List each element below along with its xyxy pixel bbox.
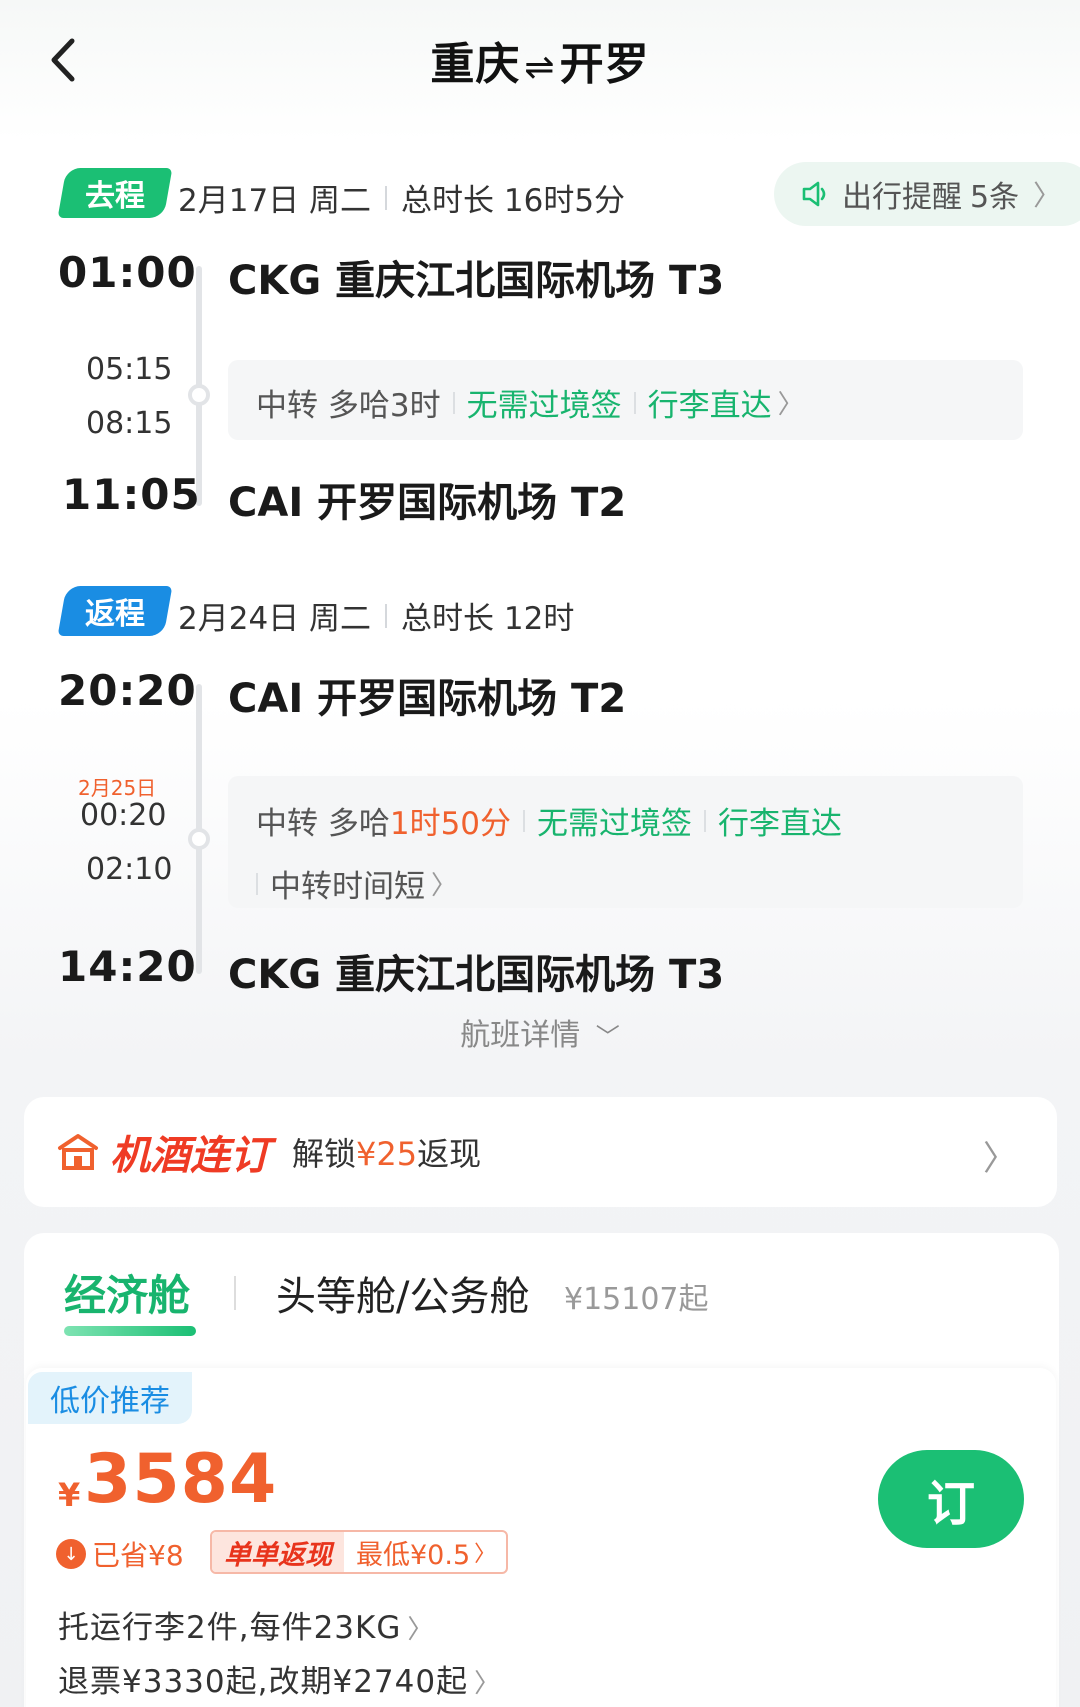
divider: [256, 872, 258, 895]
tab-business[interactable]: 头等舱/公务舱: [276, 1264, 529, 1322]
down-arrow-icon: ↓: [56, 1539, 86, 1569]
travel-reminder-button[interactable]: 出行提醒 5条 〉: [774, 162, 1080, 226]
flight-details-toggle[interactable]: 航班详情 ﹀: [0, 1010, 1080, 1054]
currency-symbol: ¥: [58, 1476, 81, 1514]
transfer-prefix: 中转 多哈: [256, 806, 390, 842]
return-transfer-arrive: 00:20: [80, 798, 167, 833]
baggage-through-label: 行李直达: [647, 388, 772, 424]
divider: [385, 185, 388, 210]
outbound-transfer-depart: 08:15: [86, 406, 173, 441]
cashback-badge[interactable]: 单单返现 最低¥0.5 〉: [210, 1530, 509, 1574]
outbound-date: 2月17日 周二: [178, 183, 372, 219]
origin-city: 重庆: [430, 39, 521, 90]
refund-rule[interactable]: 退票¥3330起,改期¥2740起〉: [58, 1656, 501, 1701]
visa-free-label: 无需过境签: [466, 388, 622, 424]
divider: [234, 1276, 236, 1310]
baggage-rule[interactable]: 托运行李2件,每件23KG 〉: [58, 1602, 434, 1647]
short-transfer-label: 中转时间短: [270, 869, 425, 905]
return-arrive-time: 14:20: [58, 942, 197, 991]
flight-details-label: 航班详情: [460, 1018, 581, 1053]
fare-price: 3584: [84, 1440, 278, 1519]
book-button[interactable]: 订: [878, 1450, 1024, 1548]
return-depart-airport: CAI 开罗国际机场 T2: [228, 676, 627, 722]
outbound-depart-time: 01:00: [58, 248, 197, 297]
outbound-badge: 去程: [57, 168, 173, 218]
return-meta: 2月24日 周二 总时长 12时: [178, 593, 574, 638]
chevron-down-icon: ﹀: [595, 1023, 620, 1051]
outbound-arrive-airport: CAI 开罗国际机场 T2: [228, 480, 627, 526]
return-transfer-info[interactable]: 中转 多哈 1时50分 无需过境签 行李直达 中转时间短 〉: [228, 776, 1023, 908]
outbound-duration: 总时长 16时5分: [401, 183, 626, 219]
chevron-right-icon: 〉: [1033, 179, 1062, 212]
transfer-prefix: 中转 多哈: [256, 388, 390, 424]
page-title: 重庆 ⇌开罗: [0, 28, 1080, 92]
chevron-right-icon: 〉: [777, 390, 804, 420]
outbound-arrive-time: 11:05: [62, 470, 201, 519]
transfer-duration: 3时: [389, 388, 441, 424]
return-transfer-depart: 02:10: [86, 852, 173, 887]
divider: [633, 391, 636, 414]
chevron-right-icon: 〉: [431, 871, 458, 901]
business-price: ¥15107起: [564, 1282, 709, 1317]
destination-city: 开罗: [559, 39, 650, 90]
chevron-right-icon: 〉: [474, 1542, 497, 1567]
return-duration: 总时长 12时: [401, 601, 575, 637]
chevron-right-icon: 〉: [407, 1615, 435, 1645]
outbound-meta: 2月17日 周二 总时长 16时5分: [178, 175, 625, 220]
tab-active-indicator: [64, 1326, 196, 1336]
low-price-tag: 低价推荐: [28, 1372, 192, 1424]
return-badge: 返程: [57, 586, 173, 636]
chevron-right-icon: 〉: [474, 1669, 502, 1699]
baggage-through-label: 行李直达: [718, 806, 843, 842]
transfer-duration: 1时50分: [389, 806, 512, 842]
visa-free-label: 无需过境签: [537, 806, 693, 842]
cashback-value: 最低¥0.5 〉: [344, 1533, 506, 1572]
outbound-transfer-arrive: 05:15: [86, 352, 173, 387]
divider: [385, 603, 388, 628]
tab-economy[interactable]: 经济舱: [64, 1262, 190, 1323]
hotel-bundle-title: 机酒连订: [110, 1133, 270, 1179]
transfer-node: [188, 384, 210, 406]
divider: [452, 391, 455, 414]
cashback-label: 单单返现: [212, 1532, 344, 1572]
divider: [704, 809, 707, 832]
reminder-count: 5条: [970, 180, 1020, 215]
return-arrive-airport: CKG 重庆江北国际机场 T3: [228, 952, 725, 998]
divider: [523, 809, 526, 832]
transfer-node: [188, 828, 210, 850]
outbound-transfer-info[interactable]: 中转 多哈 3时 无需过境签 行李直达 〉: [228, 360, 1023, 440]
return-transfer-date: 2月25日: [78, 776, 157, 800]
speaker-icon: [802, 181, 826, 207]
outbound-depart-airport: CKG 重庆江北国际机场 T3: [228, 258, 725, 304]
return-depart-time: 20:20: [58, 666, 197, 715]
hotel-icon: [58, 1134, 98, 1170]
return-date: 2月24日 周二: [178, 601, 372, 637]
hotel-bundle-subtitle: 解锁¥25返现: [292, 1135, 482, 1173]
reminder-label: 出行提醒: [842, 180, 962, 215]
swap-arrows-icon: ⇌: [524, 47, 556, 88]
saved-badge: ↓ 已省¥8: [56, 1534, 184, 1574]
saved-label: 已省¥8: [92, 1539, 184, 1572]
chevron-right-icon: 〉: [983, 1139, 1017, 1179]
hotel-bundle-card[interactable]: 机酒连订 解锁¥25返现 〉: [24, 1097, 1057, 1207]
